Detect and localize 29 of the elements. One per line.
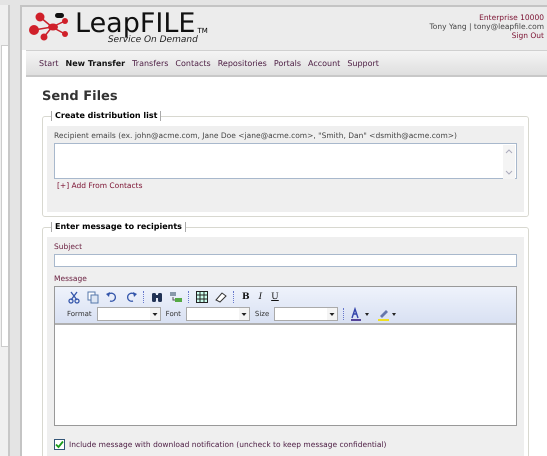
format-button[interactable]: I	[256, 292, 264, 302]
dropdown-field[interactable]	[186, 306, 250, 320]
recipients-field[interactable]	[54, 143, 517, 179]
format-button[interactable]: U	[269, 292, 281, 302]
nav-tab[interactable]: Transfers	[132, 58, 168, 68]
nav-tab[interactable]: Repositories	[218, 58, 267, 68]
section-legend: Enter message to recipients	[51, 222, 186, 232]
table-icon[interactable]	[195, 290, 209, 304]
replace-icon[interactable]	[169, 290, 183, 304]
logo-wordmark: LeapFILE	[75, 10, 196, 37]
nav-tab[interactable]: New Transfer	[66, 58, 126, 68]
dropdown-field[interactable]	[274, 306, 338, 320]
section-legend: Create distribution list	[51, 111, 162, 121]
format-button[interactable]: B	[240, 292, 252, 302]
copy-icon[interactable]	[86, 290, 100, 304]
nav-tab[interactable]: Start	[39, 58, 59, 68]
redo-icon[interactable]	[124, 290, 138, 304]
notify-checkbox[interactable]	[54, 439, 65, 450]
eraser-icon[interactable]	[214, 290, 228, 304]
scrollbar-icon	[503, 145, 515, 179]
nav-tab[interactable]: Support	[347, 58, 379, 68]
undo-icon[interactable]	[105, 290, 119, 304]
dropdown-field[interactable]	[96, 306, 161, 320]
page-title: Send Files	[42, 89, 119, 104]
subject-field[interactable]	[54, 254, 517, 267]
scissors-icon[interactable]	[67, 290, 81, 304]
nav-tab[interactable]: Account	[308, 58, 340, 68]
nav-tab[interactable]: Portals	[274, 58, 301, 68]
nav-tab[interactable]: Contacts	[175, 58, 211, 68]
